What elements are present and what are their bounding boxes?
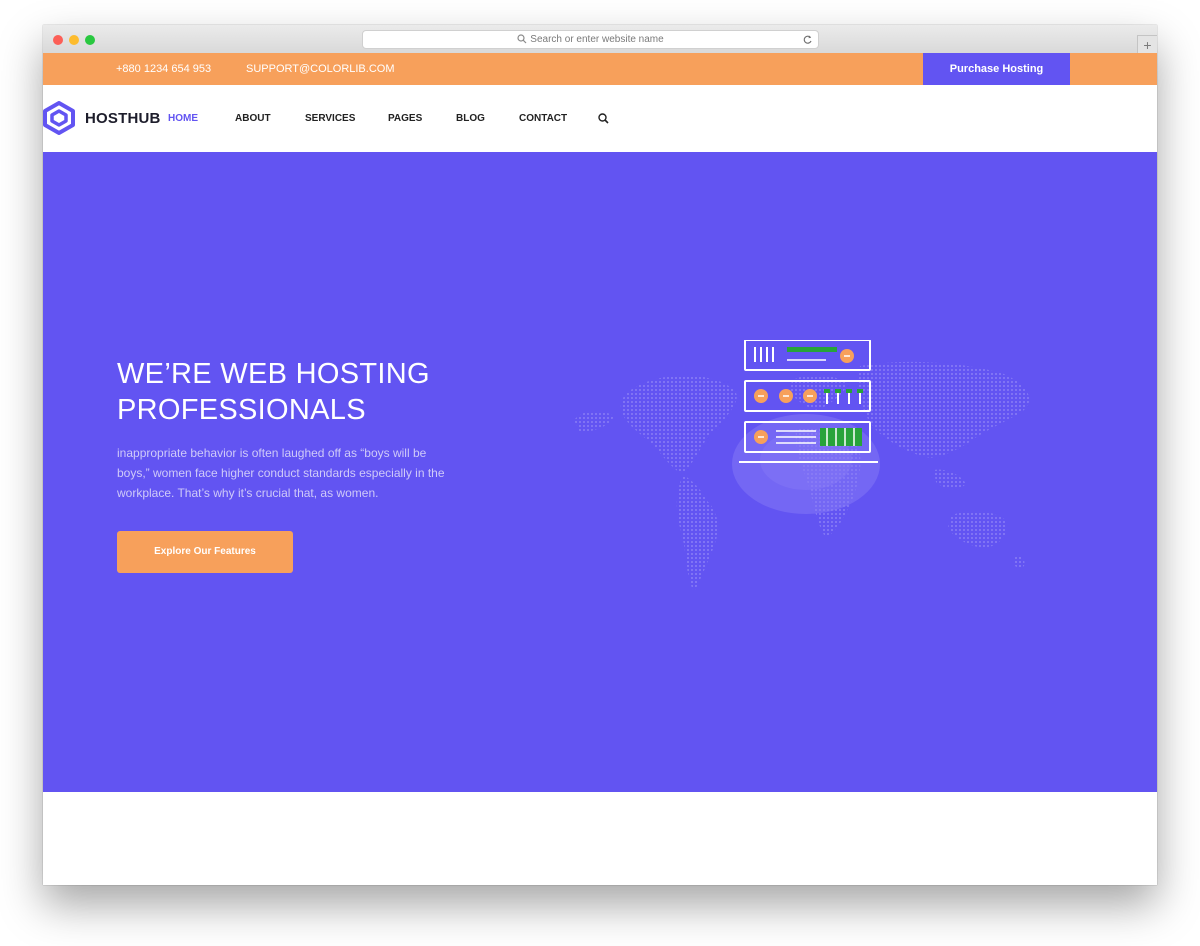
hosthub-logo-icon[interactable] bbox=[43, 101, 75, 135]
browser-window: Search or enter website name + +880 1234… bbox=[43, 25, 1157, 885]
phone-number: +880 1234 654 953 bbox=[116, 63, 212, 75]
hero-section: WE’RE WEB HOSTING PROFESSIONALS inapprop… bbox=[43, 152, 1157, 792]
top-contact-bar: +880 1234 654 953 SUPPORT@COLORLIB.COM P… bbox=[43, 53, 1157, 85]
nav-pages[interactable]: PAGES bbox=[388, 85, 422, 153]
reload-icon[interactable] bbox=[802, 31, 813, 48]
nav-about[interactable]: ABOUT bbox=[235, 85, 271, 153]
brand-name[interactable]: HOSTHUB bbox=[85, 85, 161, 152]
server-rack-icon bbox=[739, 340, 878, 463]
nav-home[interactable]: HOME bbox=[168, 85, 198, 153]
close-window-button[interactable] bbox=[53, 35, 63, 45]
nav-contact[interactable]: CONTACT bbox=[519, 85, 567, 153]
browser-chrome: Search or enter website name + bbox=[43, 25, 1157, 55]
purchase-hosting-button[interactable]: Purchase Hosting bbox=[923, 53, 1070, 85]
main-navigation: HOSTHUB HOME ABOUT SERVICES PAGES BLOG C… bbox=[43, 85, 1157, 152]
hero-title: WE’RE WEB HOSTING PROFESSIONALS bbox=[117, 356, 517, 428]
maximize-window-button[interactable] bbox=[85, 35, 95, 45]
address-placeholder: Search or enter website name bbox=[530, 34, 664, 45]
new-tab-button[interactable]: + bbox=[1137, 35, 1157, 55]
explore-features-button[interactable]: Explore Our Features bbox=[117, 531, 293, 573]
server-world-map-illustration bbox=[574, 340, 1030, 592]
minimize-window-button[interactable] bbox=[69, 35, 79, 45]
hero-title-line-1: WE’RE WEB HOSTING bbox=[117, 358, 430, 390]
nav-blog[interactable]: BLOG bbox=[456, 85, 485, 153]
nav-services[interactable]: SERVICES bbox=[305, 85, 355, 153]
address-bar[interactable]: Search or enter website name bbox=[362, 30, 819, 49]
search-icon bbox=[517, 34, 527, 44]
hero-title-line-2: PROFESSIONALS bbox=[117, 394, 366, 426]
support-email[interactable]: SUPPORT@COLORLIB.COM bbox=[246, 53, 395, 85]
hero-description: inappropriate behavior is often laughed … bbox=[117, 446, 445, 500]
search-icon[interactable] bbox=[598, 113, 609, 124]
